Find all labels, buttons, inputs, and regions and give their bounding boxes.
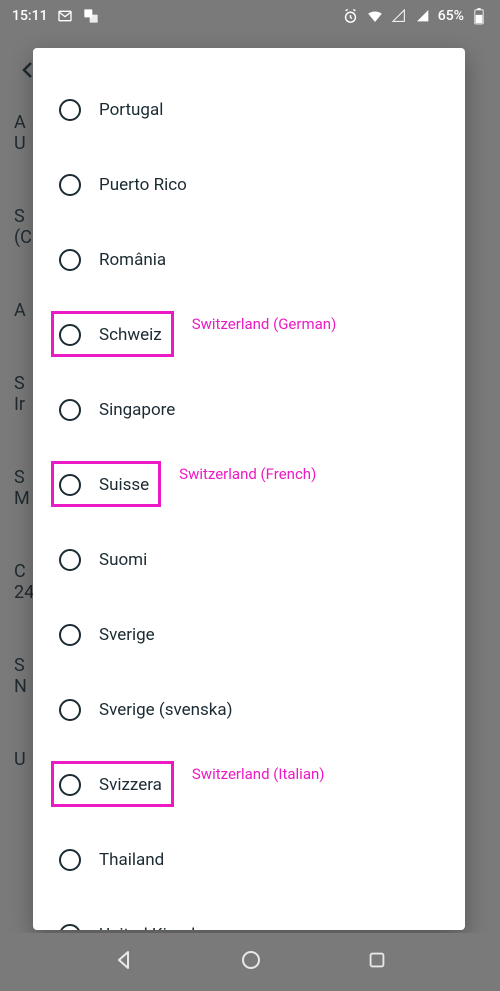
signal-full-icon	[414, 7, 432, 25]
highlight-annotation: Switzerland (Italian)	[192, 765, 325, 783]
radio-unchecked-icon[interactable]	[59, 249, 81, 271]
country-option[interactable]: România	[33, 222, 465, 297]
highlight-annotation: Switzerland (German)	[192, 315, 337, 333]
country-option[interactable]: Schweiz Switzerland (German)	[33, 297, 465, 372]
status-left: 15:11	[12, 7, 100, 25]
country-option-label: Schweiz	[99, 325, 162, 345]
country-option[interactable]: Puerto Rico	[33, 147, 465, 222]
radio-unchecked-icon[interactable]	[59, 699, 81, 721]
country-option-label: Portugal	[99, 100, 163, 120]
status-time: 15:11	[12, 8, 48, 24]
nav-recent-icon[interactable]	[366, 949, 388, 975]
country-option[interactable]: Sverige (svenska)	[33, 672, 465, 747]
country-option-label: Suisse	[99, 475, 149, 495]
country-option-label: România	[99, 250, 166, 270]
nav-back-icon[interactable]	[112, 948, 136, 976]
country-option-label: Sverige (svenska)	[99, 700, 233, 720]
country-option[interactable]: Suomi	[33, 522, 465, 597]
country-option[interactable]: Sverige	[33, 597, 465, 672]
battery-icon	[470, 7, 488, 25]
radio-unchecked-icon[interactable]	[59, 624, 81, 646]
radio-unchecked-icon[interactable]	[59, 99, 81, 121]
country-option-label: Sverige	[99, 625, 155, 645]
radio-unchecked-icon[interactable]	[59, 774, 81, 796]
android-nav-bar	[0, 933, 500, 991]
radio-unchecked-icon[interactable]	[59, 849, 81, 871]
highlight-annotation: Switzerland (French)	[179, 465, 316, 483]
country-option-label: Singapore	[99, 400, 175, 420]
country-option[interactable]: Suisse Switzerland (French)	[33, 447, 465, 522]
battery-percent: 65%	[438, 8, 464, 24]
country-option-label: Thailand	[99, 850, 164, 870]
status-right: 65%	[342, 7, 488, 25]
country-option[interactable]: Singapore	[33, 372, 465, 447]
nav-home-icon[interactable]	[239, 948, 263, 976]
country-option-label: Svizzera	[99, 775, 162, 795]
radio-unchecked-icon[interactable]	[59, 549, 81, 571]
gmail-icon	[56, 7, 74, 25]
wifi-icon	[366, 7, 384, 25]
radio-unchecked-icon[interactable]	[59, 474, 81, 496]
country-picker-dialog: Portugal Puerto Rico România Schweiz Switzer…	[33, 48, 465, 930]
country-option[interactable]: Svizzera Switzerland (Italian)	[33, 747, 465, 822]
radio-unchecked-icon[interactable]	[59, 399, 81, 421]
radio-unchecked-icon[interactable]	[59, 924, 81, 931]
translate-icon	[82, 7, 100, 25]
signal-empty-icon	[390, 7, 408, 25]
country-option[interactable]: Portugal	[33, 72, 465, 147]
country-option-label: Puerto Rico	[99, 175, 187, 195]
country-option-label: United Kingdom	[99, 925, 220, 931]
country-option[interactable]: Thailand	[33, 822, 465, 897]
alarm-icon	[342, 7, 360, 25]
radio-unchecked-icon[interactable]	[59, 174, 81, 196]
country-option[interactable]: United Kingdom	[33, 897, 465, 930]
status-bar: 15:11 65%	[0, 0, 500, 32]
radio-unchecked-icon[interactable]	[59, 324, 81, 346]
country-option-label: Suomi	[99, 550, 147, 570]
options-list[interactable]: Portugal Puerto Rico România Schweiz Switzer…	[33, 72, 465, 930]
